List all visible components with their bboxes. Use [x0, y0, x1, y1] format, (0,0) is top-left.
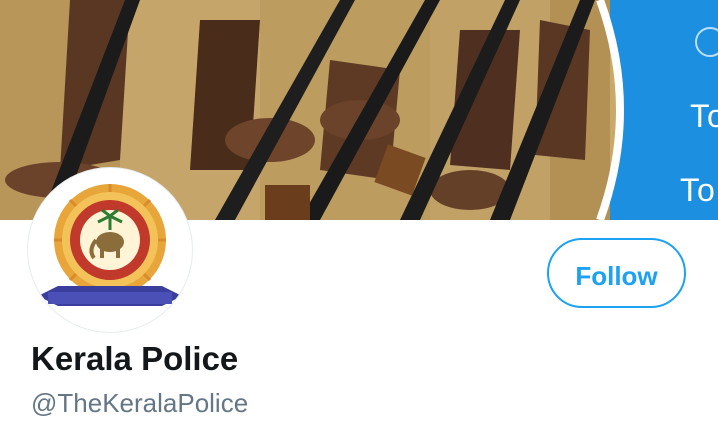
kerala-police-logo — [38, 184, 182, 306]
profile-avatar[interactable] — [28, 168, 192, 332]
follow-button[interactable]: Follow — [547, 238, 686, 308]
profile-handle[interactable]: @TheKeralaPolice — [31, 388, 248, 419]
banner-text-line-1: To — [690, 98, 718, 134]
profile-display-name: Kerala Police — [31, 340, 239, 377]
banner-text-line-2: To — [680, 172, 716, 208]
